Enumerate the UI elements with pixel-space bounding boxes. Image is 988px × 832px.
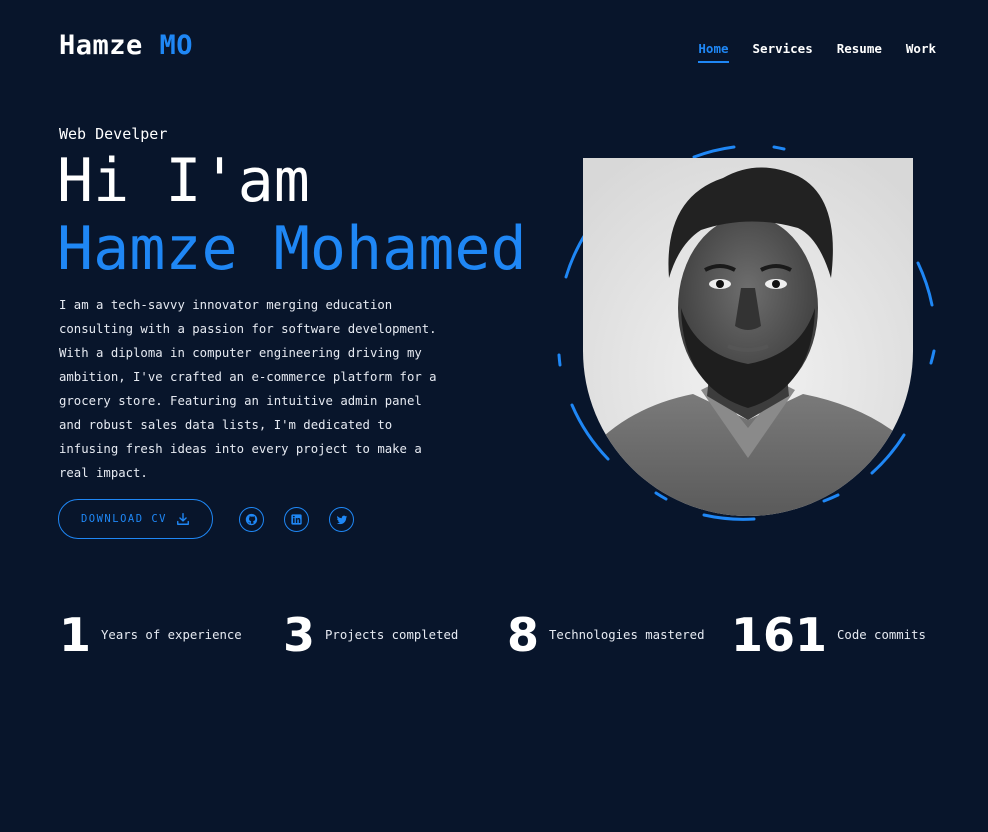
- logo-accent: MO: [159, 30, 194, 61]
- hero-subtitle: Web Develper: [59, 125, 168, 143]
- stat-label: Code commits: [837, 628, 926, 642]
- page: Hamze MO Home Services Resume Work Web D…: [0, 0, 988, 832]
- stat-experience: 1 Years of experience: [59, 610, 251, 660]
- ring-arc-4: [916, 261, 934, 307]
- nav-services[interactable]: Services: [753, 41, 813, 63]
- hero-greeting: Hi I'am: [57, 146, 310, 216]
- ring-arc-11: [557, 353, 562, 367]
- stat-label: Projects completed: [325, 628, 459, 642]
- stat-projects: 3 Projects completed: [283, 610, 475, 660]
- twitter-icon: [336, 515, 347, 524]
- ring-arc-5: [929, 349, 936, 365]
- nav-work[interactable]: Work: [906, 41, 936, 63]
- main-nav: Home Services Resume Work: [698, 41, 936, 63]
- github-icon: [245, 513, 258, 526]
- linkedin-icon: [291, 514, 302, 525]
- logo-main: Hamze: [59, 30, 143, 61]
- hero-heading: Hi I'am Hamze Mohamed: [57, 143, 527, 287]
- stat-value: 8: [507, 608, 540, 662]
- hero-bio: I am a tech-savvy innovator merging educ…: [59, 298, 437, 481]
- ring-arc-2: [772, 145, 786, 151]
- stat-value: 1: [59, 608, 92, 662]
- stat-technologies: 8 Technologies mastered: [507, 608, 705, 662]
- stat-label: Years of experience: [101, 628, 242, 642]
- nav-home[interactable]: Home: [698, 41, 729, 63]
- stat-label: Technologies mastered: [549, 628, 705, 642]
- stat-value: 3: [283, 608, 316, 662]
- hero-name: Hamze Mohamed: [57, 214, 527, 284]
- download-icon: [177, 513, 189, 525]
- ring-arc-1: [692, 145, 736, 159]
- download-cv-button[interactable]: DOWNLOAD CV: [58, 499, 213, 539]
- twitter-button[interactable]: [329, 507, 354, 532]
- nav-resume[interactable]: Resume: [837, 41, 882, 63]
- linkedin-button[interactable]: [284, 507, 309, 532]
- github-button[interactable]: [239, 507, 264, 532]
- logo[interactable]: Hamze MO: [59, 30, 193, 61]
- stat-value: 161: [731, 608, 828, 662]
- stat-commits: 161 Code commits: [731, 610, 987, 660]
- download-cv-label: DOWNLOAD CV: [80, 513, 168, 525]
- profile-photo: [583, 158, 913, 516]
